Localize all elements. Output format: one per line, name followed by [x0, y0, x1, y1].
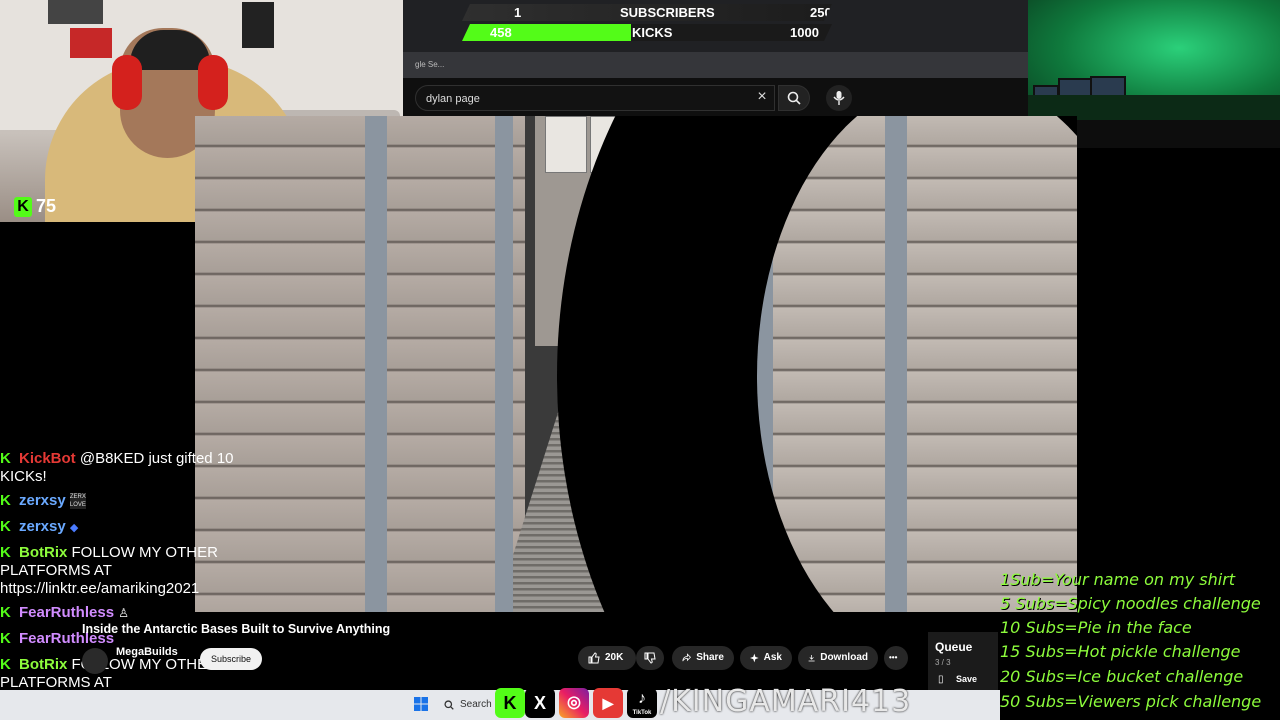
wall-poster — [242, 2, 274, 48]
channel-avatar[interactable] — [82, 648, 108, 674]
goal-item: 50 Subs=Viewers pick challenge — [1000, 692, 1262, 711]
share-button[interactable]: Share — [672, 646, 734, 670]
emote-icon: ♙ — [118, 606, 129, 620]
voice-search-button[interactable] — [826, 85, 852, 111]
mic-icon — [833, 91, 845, 105]
subscribe-button[interactable]: Subscribe — [200, 648, 262, 670]
more-actions-button[interactable]: ••• — [884, 646, 908, 670]
ask-label: Ask — [763, 652, 782, 663]
search-button[interactable] — [778, 85, 810, 111]
kick-logo-icon: K — [14, 196, 32, 217]
headphones — [112, 55, 142, 110]
thumbs-up-icon — [588, 652, 600, 664]
dislike-button[interactable] — [636, 646, 664, 670]
subscribers-bar: 1 SUBSCRIBERS 250 — [462, 4, 832, 21]
save-button[interactable]: Save — [956, 674, 977, 684]
share-icon — [682, 653, 691, 662]
video-title: Inside the Antarctic Bases Built to Surv… — [82, 622, 391, 636]
search-input[interactable]: dylan page — [415, 85, 775, 111]
channel-name[interactable]: MegaBuilds — [116, 646, 178, 658]
video-player[interactable] — [195, 116, 1077, 612]
download-icon — [808, 654, 815, 662]
like-button[interactable]: 20K — [578, 646, 636, 670]
taskbar-search[interactable]: Search — [440, 695, 495, 715]
kicks-bar: 458 KICKS 1000 — [462, 24, 832, 41]
chat-message: KBotRix FOLLOW MY OTHER PLATFORMS AT htt… — [0, 544, 218, 597]
sparkle-icon — [750, 653, 759, 663]
queue-panel[interactable]: Queue 3 / 3 ▯ Save — [928, 632, 998, 690]
queue-position: 3 / 3 — [935, 658, 951, 667]
sub-goals-list: 1Sub=Your name on my shirt 5 Subs=Spicy … — [1000, 568, 1280, 720]
wall-frame — [48, 0, 103, 24]
viewer-count: K 75 — [14, 196, 56, 217]
goal-item: 20 Subs=Ice bucket challenge — [1000, 667, 1244, 686]
verified-badge-icon: ◆ — [69, 522, 79, 534]
kicks-progress-fill — [462, 24, 631, 41]
windows-start-icon[interactable] — [414, 697, 428, 711]
thumbs-down-icon — [644, 652, 656, 664]
goal-item: 10 Subs=Pie in the face — [1000, 618, 1192, 637]
subscribers-current: 1 — [514, 5, 522, 20]
room-camera — [1028, 0, 1280, 120]
chat-message: Kzerxsy ZERX LOVE — [0, 492, 86, 510]
goal-item: 1Sub=Your name on my shirt — [1000, 570, 1236, 589]
search-icon — [444, 700, 454, 710]
bookmark-icon: ▯ — [938, 674, 944, 685]
like-count: 20K — [605, 652, 624, 663]
tiktok-label: TikTok — [632, 710, 652, 716]
clear-search-icon[interactable]: × — [752, 87, 772, 107]
viewer-count-value: 75 — [36, 196, 57, 216]
social-handle: /KINGAMARI413 — [660, 684, 912, 719]
taskbar-search-label: Search — [460, 699, 492, 710]
kicks-goal: 1000 — [790, 25, 819, 40]
share-label: Share — [696, 652, 724, 663]
download-label: Download — [820, 652, 868, 663]
metal-grate-floor — [495, 346, 775, 612]
chat-message: K KickBot @B8KED just gifted 10 KICKs! — [0, 450, 234, 485]
chat-message: K FearRuthless ♙ — [0, 604, 129, 621]
social-icons: K X ◎ ▶ ♪ TikTok — [495, 686, 661, 720]
x-icon: X — [525, 688, 555, 718]
kick-icon: K — [495, 688, 525, 718]
youtube-icon: ▶ — [593, 688, 623, 718]
emote-icon: ZERX LOVE — [69, 493, 86, 510]
instagram-icon: ◎ — [559, 688, 589, 718]
search-icon — [787, 91, 801, 105]
kicks-current: 458 — [490, 25, 512, 40]
goal-item: 15 Subs=Hot pickle challenge — [1000, 642, 1241, 661]
kicks-label: KICKS — [632, 25, 673, 40]
queue-label: Queue — [935, 640, 973, 654]
sub-goal-overlay: 1 SUBSCRIBERS 250 458 KICKS 1000 — [462, 4, 832, 42]
tiktok-icon: ♪ TikTok — [627, 688, 657, 718]
subscribers-goal: 250 — [810, 5, 832, 20]
address-bar[interactable]: gle Se... — [403, 52, 1028, 78]
download-button[interactable]: Download — [798, 646, 878, 670]
subscribers-label: SUBSCRIBERS — [620, 5, 715, 20]
ask-button[interactable]: Ask — [740, 646, 792, 670]
chat-overlay: K KickBot @B8KED just gifted 10 KICKs! Kz… — [0, 450, 270, 720]
flag-poster — [70, 28, 112, 58]
corridor-door — [583, 216, 691, 319]
goal-item: 5 Subs=Spicy noodles challenge — [1000, 594, 1261, 613]
chat-message: Kzerxsy ◆ — [0, 518, 79, 535]
